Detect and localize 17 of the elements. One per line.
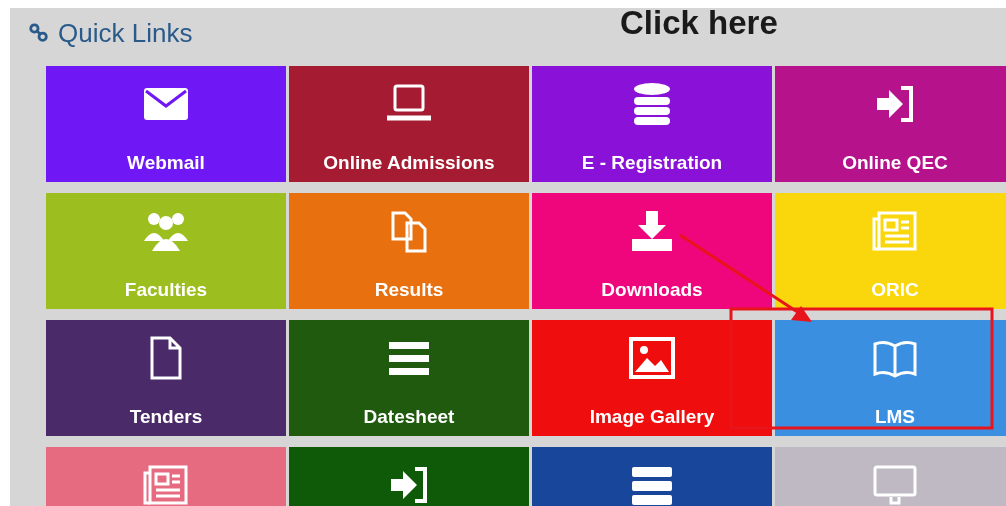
image-icon [628, 336, 676, 380]
quick-link-tile[interactable]: Image Gallery [532, 320, 772, 436]
link-icon [28, 22, 50, 44]
quick-link-tile[interactable]: E - Registration [532, 66, 772, 182]
newspaper-icon [871, 209, 919, 253]
quick-link-tile[interactable]: Webmail [46, 66, 286, 182]
quick-link-tile[interactable]: LMS [775, 320, 1006, 436]
quick-link-tile[interactable]: Tenders [46, 320, 286, 436]
quick-link-tile[interactable]: Online Admissions [289, 66, 529, 182]
panel-title: Quick Links [58, 17, 193, 49]
monitor-icon [871, 463, 919, 506]
annotation-text: Click here [620, 8, 778, 42]
quick-link-tile[interactable]: Results [289, 193, 529, 309]
quick-link-tile[interactable]: Online QEC [775, 66, 1006, 182]
quick-link-tile[interactable]: Downloads [532, 193, 772, 309]
newspaper-icon [142, 463, 190, 506]
quick-link-tile[interactable]: Datesheet [289, 320, 529, 436]
